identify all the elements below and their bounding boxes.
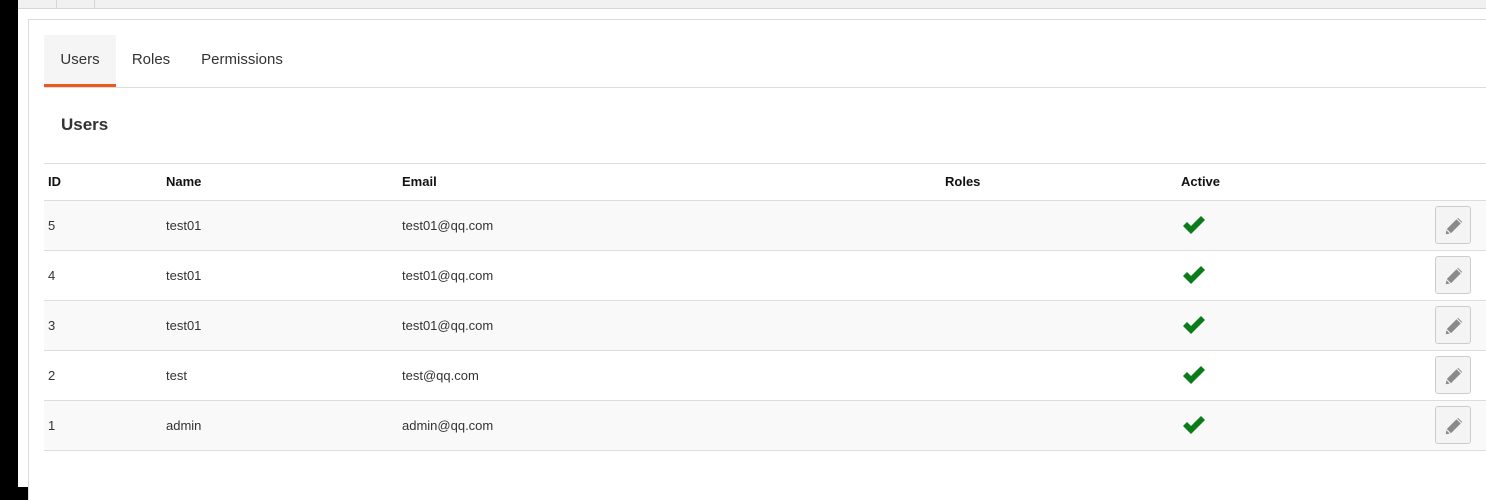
cell-name: test01 [166,268,202,283]
cell-name: admin [166,418,202,433]
cell-email: test01@qq.com [402,318,494,333]
edit-button[interactable] [1435,356,1471,394]
table-row: 2 test test@qq.com [44,351,1486,401]
cell-name: test [166,368,187,383]
cell-id: 3 [48,318,56,333]
top-strip-tab[interactable] [56,0,95,8]
table-header: ID Name Email Roles Active [44,163,1486,201]
cell-id: 1 [48,418,56,433]
table-row: 3 test01 test01@qq.com [44,301,1486,351]
column-header-id[interactable]: ID [48,164,61,200]
cell-id: 4 [48,268,56,283]
cell-name: test01 [166,318,202,333]
pencil-icon [1444,316,1464,336]
cell-id: 2 [48,368,56,383]
section-title: Users [61,115,109,134]
column-header-email[interactable]: Email [402,164,437,200]
check-icon [1181,214,1207,236]
app-viewport: Users Roles Permissions Users ID Name Em… [18,0,1486,500]
cell-email: admin@qq.com [402,418,494,433]
pencil-icon [1444,216,1464,236]
edit-button[interactable] [1435,256,1471,294]
check-icon [1181,314,1207,336]
cell-email: test01@qq.com [402,218,494,233]
column-header-name[interactable]: Name [166,164,201,200]
pencil-icon [1444,266,1464,286]
top-strip-tab[interactable] [18,0,57,8]
tab-users[interactable]: Users [44,35,116,87]
table-row: 5 test01 test01@qq.com [44,201,1486,251]
column-header-roles[interactable]: Roles [945,164,980,200]
column-header-active[interactable]: Active [1181,164,1220,200]
content-panel: Users Roles Permissions Users ID Name Em… [28,19,1486,500]
check-icon [1181,414,1207,436]
edit-button[interactable] [1435,306,1471,344]
tab-permissions[interactable]: Permissions [186,35,298,87]
cell-email: test01@qq.com [402,268,494,283]
cell-email: test@qq.com [402,368,479,383]
tab-bar: Users Roles Permissions [44,35,1486,88]
table-row: 4 test01 test01@qq.com [44,251,1486,301]
check-icon [1181,364,1207,386]
edit-button[interactable] [1435,406,1471,444]
edit-button[interactable] [1435,206,1471,244]
table-body: 5 test01 test01@qq.com 4 test01 test01@q… [44,201,1486,451]
check-icon [1181,264,1207,286]
top-tab-strip [18,0,1486,9]
tab-roles[interactable]: Roles [116,35,186,87]
cell-name: test01 [166,218,202,233]
pencil-icon [1444,366,1464,386]
users-table: ID Name Email Roles Active 5 test01 test… [44,163,1486,451]
pencil-icon [1444,416,1464,436]
cell-id: 5 [48,218,56,233]
table-row: 1 admin admin@qq.com [44,401,1486,451]
